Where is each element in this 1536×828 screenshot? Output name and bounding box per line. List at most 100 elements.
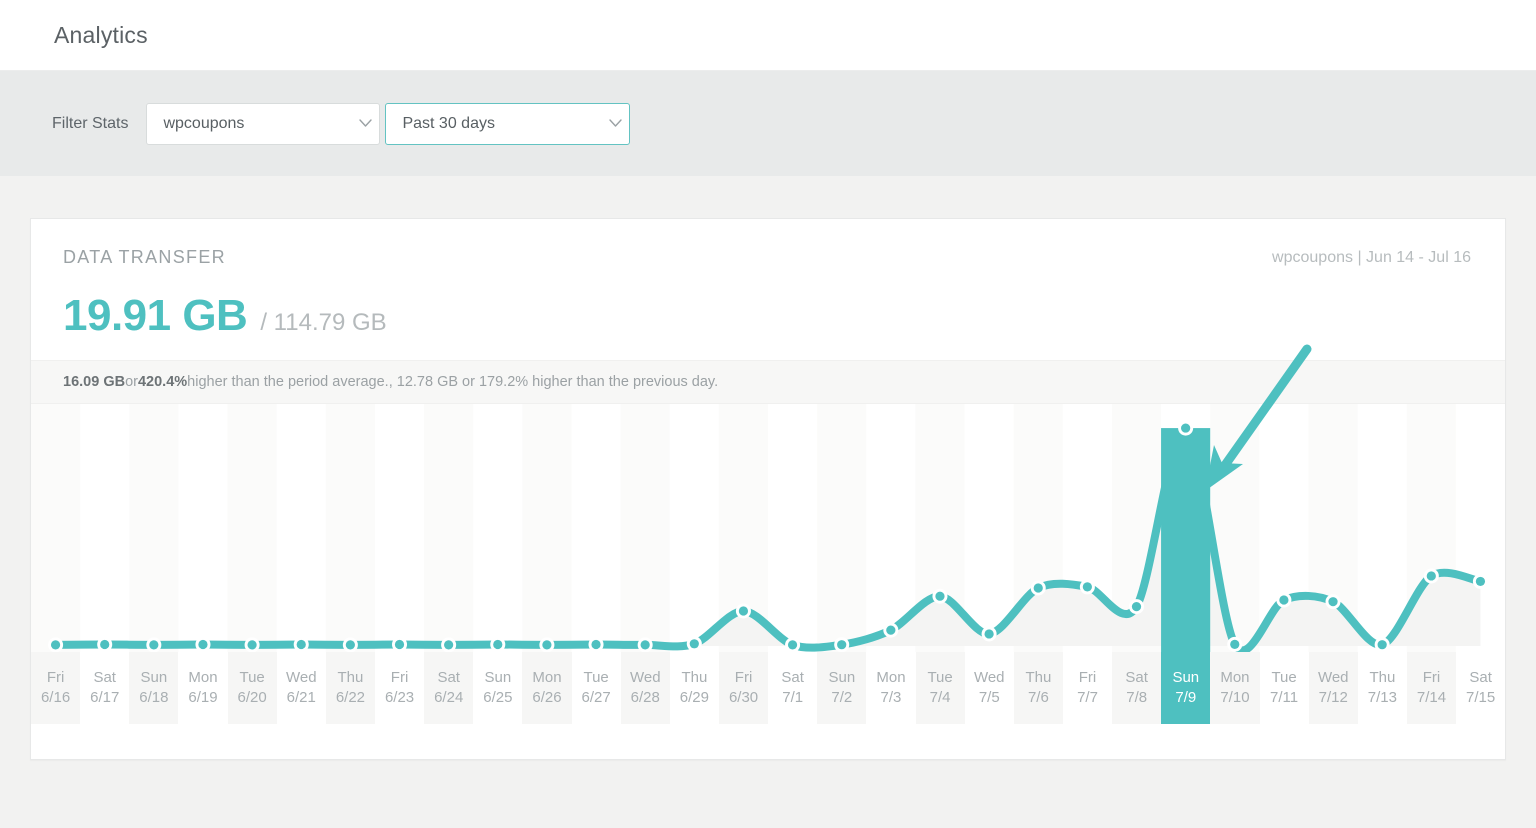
site-select[interactable]: wpcoupons: [146, 103, 380, 145]
axis-tick-7-7[interactable]: Fri7/7: [1063, 652, 1112, 724]
axis-tick-6-16[interactable]: Fri6/16: [31, 652, 80, 724]
chart-point[interactable]: [982, 626, 997, 641]
axis-tick-6-22[interactable]: Thu6/22: [326, 652, 375, 724]
axis-tick-6-25[interactable]: Sun6/25: [473, 652, 522, 724]
content-area: DATA TRANSFER wpcoupons | Jun 14 - Jul 1…: [0, 176, 1536, 760]
date-range-select[interactable]: Past 30 days: [385, 103, 630, 145]
stat-bold-amount: 16.09 GB: [63, 374, 125, 390]
chart-point[interactable]: [1424, 568, 1439, 583]
axis-tick-7-13[interactable]: Thu7/13: [1358, 652, 1407, 724]
chart-point[interactable]: [932, 589, 947, 604]
axis-tick-6-21[interactable]: Wed6/21: [277, 652, 326, 724]
chart-point[interactable]: [1375, 637, 1390, 652]
axis-tick-date: 6/23: [385, 688, 414, 708]
axis-tick-7-9[interactable]: Sun7/9: [1161, 652, 1210, 724]
axis-tick-dayofweek: Mon: [532, 668, 561, 688]
axis-tick-6-23[interactable]: Fri6/23: [375, 652, 424, 724]
axis-tick-7-11[interactable]: Tue7/11: [1260, 652, 1309, 724]
axis-tick-6-30[interactable]: Fri6/30: [719, 652, 768, 724]
axis-tick-date: 7/2: [831, 688, 852, 708]
axis-tick-date: 7/14: [1417, 688, 1446, 708]
axis-tick-6-27[interactable]: Tue6/27: [572, 652, 621, 724]
chart-point[interactable]: [441, 637, 456, 652]
chart-point[interactable]: [1473, 574, 1488, 589]
comparison-statline: 16.09 GB or 420.4% higher than the perio…: [31, 360, 1505, 404]
axis-tick-7-15[interactable]: Sat7/15: [1456, 652, 1505, 724]
axis-tick-6-29[interactable]: Thu6/29: [670, 652, 719, 724]
axis-tick-7-5[interactable]: Wed7/5: [965, 652, 1014, 724]
chart-point-dot: [395, 640, 404, 649]
chart-point[interactable]: [1178, 421, 1193, 436]
chart-point[interactable]: [97, 637, 112, 652]
filter-stats-label: Filter Stats: [52, 115, 128, 133]
axis-tick-7-12[interactable]: Wed7/12: [1309, 652, 1358, 724]
axis-tick-dayofweek: Thu: [1369, 668, 1395, 688]
chart-point[interactable]: [785, 637, 800, 652]
chart-point[interactable]: [1276, 593, 1291, 608]
axis-tick-6-24[interactable]: Sat6/24: [424, 652, 473, 724]
axis-tick-7-3[interactable]: Mon7/3: [866, 652, 915, 724]
chart-point[interactable]: [343, 637, 358, 652]
axis-tick-date: 7/9: [1175, 688, 1196, 708]
chart-point-dot: [1378, 640, 1387, 649]
chart-point[interactable]: [589, 637, 604, 652]
chart-point[interactable]: [638, 637, 653, 652]
chart-point[interactable]: [1326, 594, 1341, 609]
app-header: Analytics: [0, 0, 1536, 71]
axis-tick-6-28[interactable]: Wed6/28: [621, 652, 670, 724]
axis-tick-date: 7/13: [1368, 688, 1397, 708]
chart-point[interactable]: [834, 637, 849, 652]
chart-point[interactable]: [490, 637, 505, 652]
axis-tick-6-26[interactable]: Mon6/26: [522, 652, 571, 724]
chart-point[interactable]: [1080, 579, 1095, 594]
axis-tick-date: 6/26: [532, 688, 561, 708]
chart-point-dot: [591, 640, 600, 649]
chart-point[interactable]: [1031, 580, 1046, 595]
axis-tick-7-8[interactable]: Sat7/8: [1112, 652, 1161, 724]
chart-point-dot: [1083, 582, 1092, 591]
chart-point[interactable]: [146, 637, 161, 652]
axis-tick-7-4[interactable]: Tue7/4: [916, 652, 965, 724]
axis-tick-dayofweek: Mon: [876, 668, 905, 688]
axis-tick-6-17[interactable]: Sat6/17: [80, 652, 129, 724]
chart-point[interactable]: [245, 637, 260, 652]
chart-point-dot: [1034, 583, 1043, 592]
axis-tick-date: 6/29: [680, 688, 709, 708]
chart-point[interactable]: [539, 637, 554, 652]
chart-point[interactable]: [392, 637, 407, 652]
axis-tick-6-19[interactable]: Mon6/19: [178, 652, 227, 724]
axis-tick-dayofweek: Tue: [583, 668, 608, 688]
axis-tick-7-14[interactable]: Fri7/14: [1407, 652, 1456, 724]
axis-tick-date: 7/7: [1077, 688, 1098, 708]
axis-tick-6-20[interactable]: Tue6/20: [228, 652, 277, 724]
chart-point[interactable]: [883, 623, 898, 638]
chart-point[interactable]: [195, 637, 210, 652]
chart-point[interactable]: [48, 637, 63, 652]
chart-column-band: [31, 404, 80, 652]
chart-point-dot: [837, 640, 846, 649]
axis-tick-7-10[interactable]: Mon7/10: [1210, 652, 1259, 724]
axis-tick-date: 7/12: [1319, 688, 1348, 708]
axis-tick-date: 6/20: [238, 688, 267, 708]
chart-point[interactable]: [1129, 599, 1144, 614]
axis-tick-date: 6/28: [631, 688, 660, 708]
axis-tick-7-1[interactable]: Sat7/1: [768, 652, 817, 724]
data-transfer-chart[interactable]: [31, 404, 1505, 652]
chart-point[interactable]: [736, 603, 751, 618]
axis-tick-dayofweek: Thu: [681, 668, 707, 688]
page-title: Analytics: [54, 22, 148, 49]
axis-tick-dayofweek: Wed: [286, 668, 317, 688]
axis-tick-dayofweek: Sat: [1125, 668, 1148, 688]
data-transfer-card: DATA TRANSFER wpcoupons | Jun 14 - Jul 1…: [30, 218, 1506, 760]
axis-tick-date: 7/5: [979, 688, 1000, 708]
chart-point[interactable]: [1227, 637, 1242, 652]
chart-point-dot: [1181, 423, 1190, 432]
axis-tick-6-18[interactable]: Sun6/18: [129, 652, 178, 724]
axis-tick-7-2[interactable]: Sun7/2: [817, 652, 866, 724]
axis-tick-7-6[interactable]: Thu7/6: [1014, 652, 1063, 724]
chart-point-dot: [100, 640, 109, 649]
chart-point[interactable]: [687, 636, 702, 651]
stat-sep-1: or: [125, 374, 138, 390]
chart-point[interactable]: [294, 637, 309, 652]
stat-tail: higher than the period average., 12.78 G…: [187, 374, 718, 390]
